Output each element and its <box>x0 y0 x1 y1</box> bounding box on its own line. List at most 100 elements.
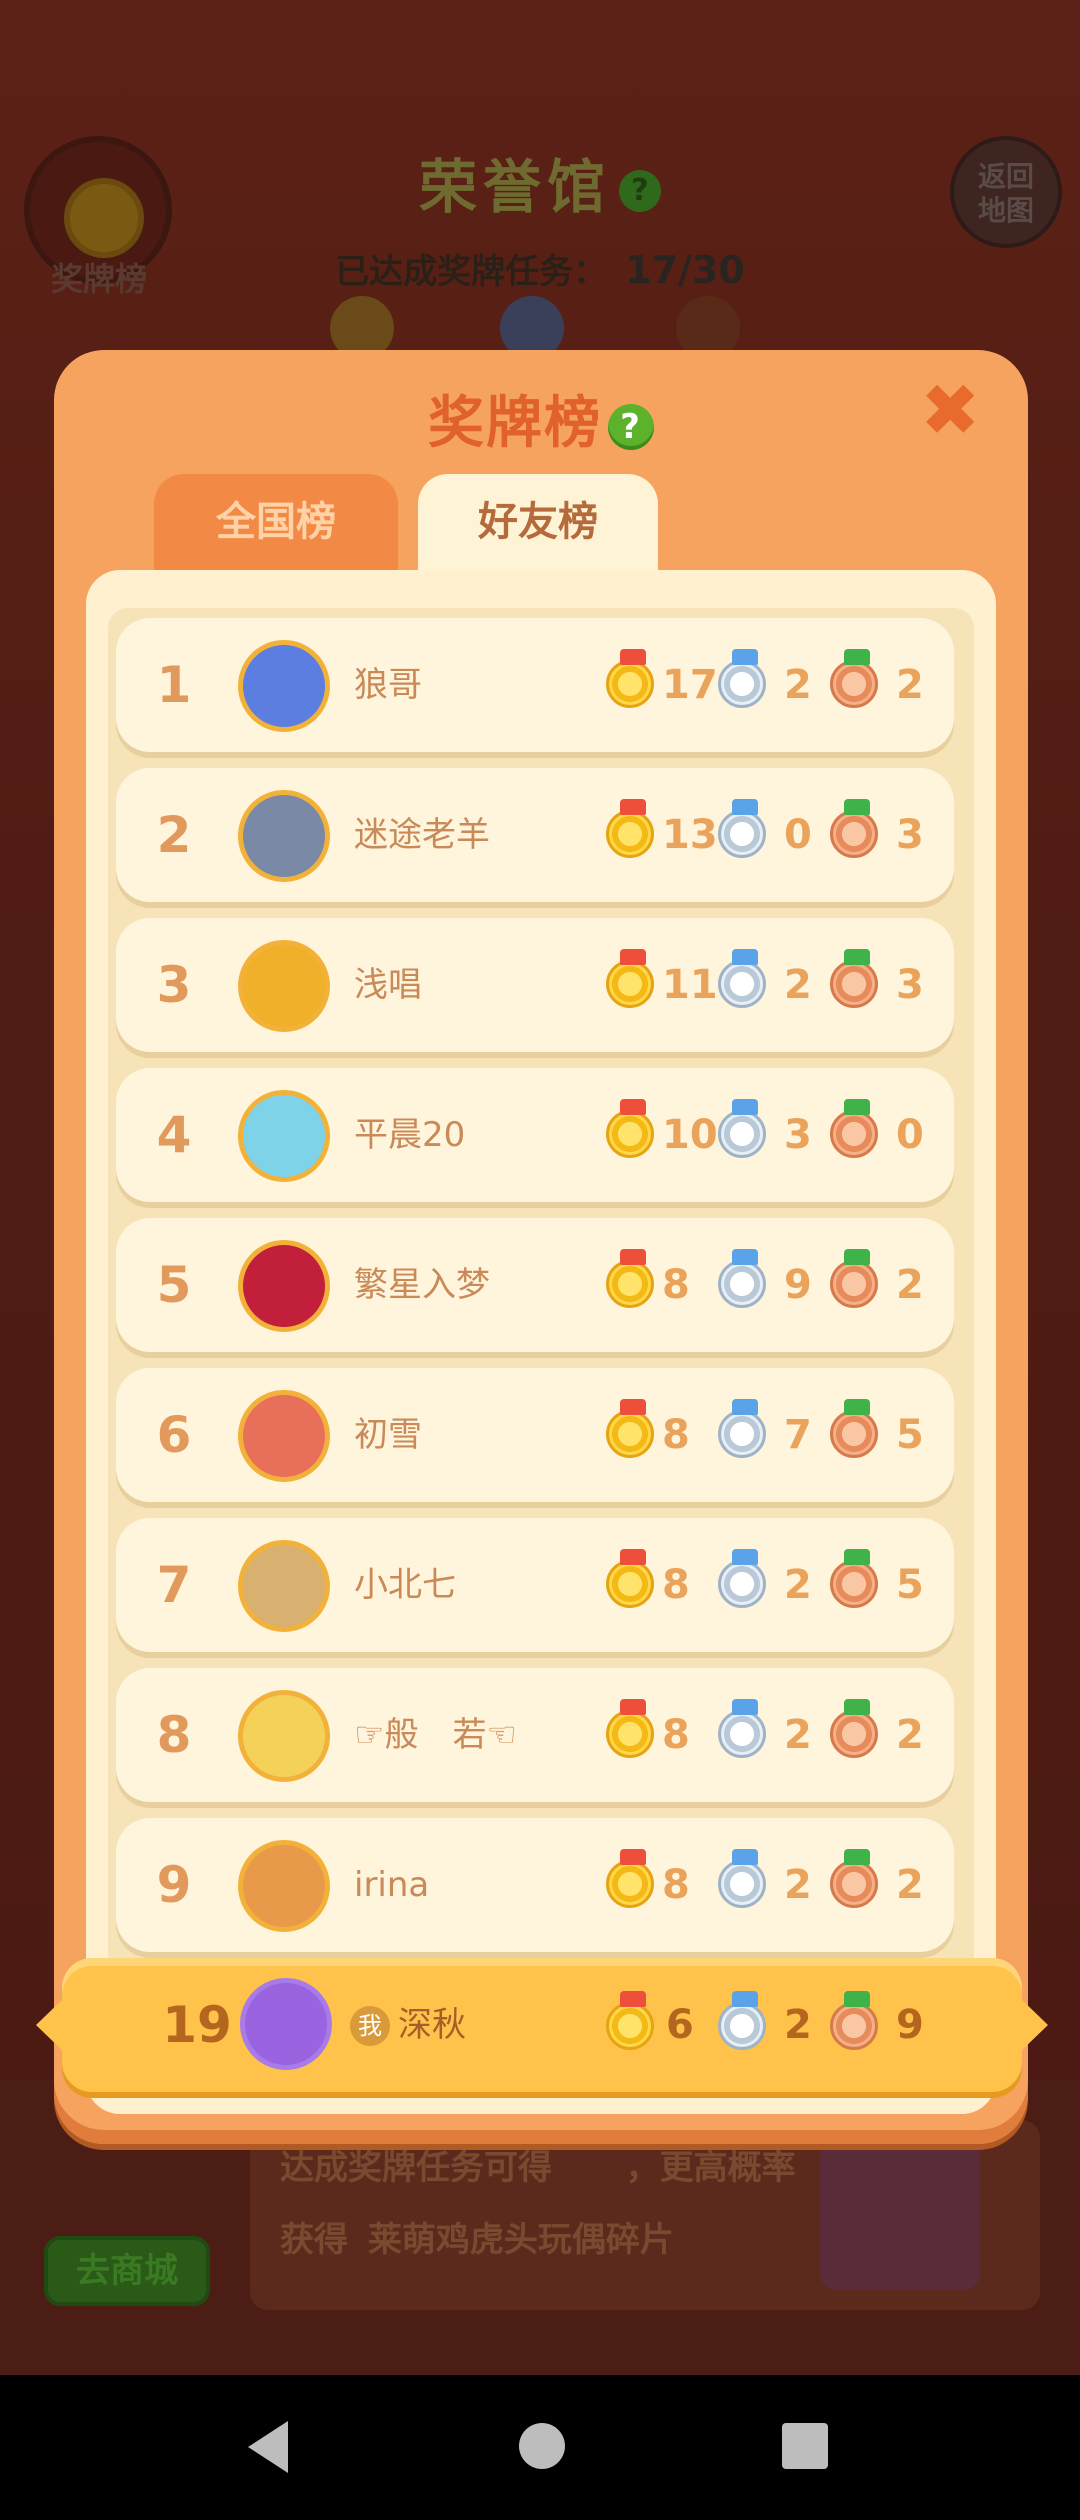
silver-medal-icon <box>718 1399 766 1458</box>
silver-count: 2 <box>784 1562 812 1608</box>
back-icon[interactable] <box>248 2421 288 2473</box>
modal-title: 奖牌榜? <box>54 378 1028 459</box>
bronze-medal-icon <box>830 1991 878 2050</box>
bronze-count: 2 <box>896 1862 924 1908</box>
reward-hint-line2: 获得 莱萌鸡虎头玩偶碎片 <box>280 2212 674 2261</box>
bronze-medal-icon <box>830 799 878 858</box>
silver-count: 9 <box>784 1262 812 1308</box>
home-icon[interactable] <box>519 2423 565 2469</box>
rank-number: 2 <box>156 806 192 864</box>
player-name: 繁星入梦 <box>354 1265 490 1305</box>
avatar[interactable] <box>238 940 330 1032</box>
hint-line1-text: 达成奖牌任务可得 <box>280 2148 552 2188</box>
gold-count: 10 <box>662 1112 718 1158</box>
leaderboard-row[interactable]: 6 初雪 8 7 5 <box>116 1368 954 1502</box>
avatar[interactable] <box>238 1840 330 1932</box>
leaderboard-row[interactable]: 5 繁星入梦 8 9 2 <box>116 1218 954 1352</box>
return-map-button[interactable]: 返回 地图 <box>950 136 1062 248</box>
gold-medal-icon <box>606 1549 654 1608</box>
my-gold-count: 6 <box>666 2002 694 2048</box>
tab-friends[interactable]: 好友榜 <box>418 474 658 574</box>
player-name: irina <box>354 1865 430 1905</box>
leaderboard-panel: 1 狼哥 17 2 2 2 迷途老羊 13 0 3 3 浅唱 11 2 3 4 … <box>86 570 996 2114</box>
avatar[interactable] <box>238 1090 330 1182</box>
leaderboard-row[interactable]: 2 迷途老羊 13 0 3 <box>116 768 954 902</box>
silver-medal-icon <box>718 1549 766 1608</box>
silver-medal-icon <box>718 1849 766 1908</box>
avatar[interactable] <box>238 1690 330 1782</box>
task-progress: 已达成奖牌任务： 17/30 <box>0 244 1080 293</box>
tab-national[interactable]: 全国榜 <box>154 474 398 574</box>
task-progress-label: 已达成奖牌任务： <box>335 252 608 292</box>
player-name: 初雪 <box>354 1415 422 1455</box>
player-name: 浅唱 <box>354 965 422 1005</box>
leaderboard-row[interactable]: 7 小北七 8 2 5 <box>116 1518 954 1652</box>
modal-title-text: 奖牌榜 <box>428 391 602 456</box>
gold-count: 8 <box>662 1262 690 1308</box>
bronze-medal-icon <box>830 1099 878 1158</box>
bronze-count: 2 <box>896 662 924 708</box>
leaderboard-row[interactable]: 3 浅唱 11 2 3 <box>116 918 954 1052</box>
gold-count: 8 <box>662 1862 690 1908</box>
my-avatar[interactable] <box>240 1978 332 2070</box>
gold-medal-icon <box>606 1099 654 1158</box>
bronze-medal-icon <box>830 1849 878 1908</box>
silver-medal-icon <box>718 1099 766 1158</box>
bronze-medal-icon <box>830 1249 878 1308</box>
honor-hall-title-text: 荣誉馆 <box>418 153 611 221</box>
leaderboard-row[interactable]: 4 平晨20 10 3 0 <box>116 1068 954 1202</box>
recent-apps-icon[interactable] <box>782 2423 828 2469</box>
system-nav-bar <box>0 2375 1080 2520</box>
bronze-medal-icon <box>830 649 878 708</box>
go-to-shop-button[interactable]: 去商城 <box>44 2236 210 2306</box>
gold-count: 17 <box>662 662 718 708</box>
gift-box-icon[interactable] <box>820 2140 980 2290</box>
avatar[interactable] <box>238 1540 330 1632</box>
silver-medal-icon <box>718 799 766 858</box>
bronze-medal-icon <box>830 1399 878 1458</box>
gold-medal-icon <box>606 1249 654 1308</box>
gold-medal-icon <box>606 1399 654 1458</box>
hint-line2-item: 莱萌鸡虎头玩偶碎片 <box>367 2220 674 2260</box>
rank-number: 4 <box>156 1106 192 1164</box>
avatar[interactable] <box>238 640 330 732</box>
leaderboard-row[interactable]: 1 狼哥 17 2 2 <box>116 618 954 752</box>
silver-count: 2 <box>784 662 812 708</box>
silver-count: 2 <box>784 962 812 1008</box>
silver-count: 3 <box>784 1112 812 1158</box>
my-name: 深秋 <box>398 2005 466 2045</box>
bronze-count: 2 <box>896 1712 924 1758</box>
gold-count: 8 <box>662 1712 690 1758</box>
me-badge: 我 <box>350 2006 390 2046</box>
my-rank-number: 19 <box>162 1996 232 2054</box>
gold-medal-icon <box>606 649 654 708</box>
avatar[interactable] <box>238 790 330 882</box>
gold-count: 11 <box>662 962 718 1008</box>
close-icon[interactable]: ✖ <box>920 374 980 446</box>
medal-board-modal: 奖牌榜? ✖ 全国榜 好友榜 1 狼哥 17 2 2 2 迷途老羊 13 0 3… <box>54 350 1028 2144</box>
leaderboard-list[interactable]: 1 狼哥 17 2 2 2 迷途老羊 13 0 3 3 浅唱 11 2 3 4 … <box>108 608 974 2078</box>
player-name: 平晨20 <box>354 1115 466 1155</box>
bronze-count: 3 <box>896 812 924 858</box>
avatar[interactable] <box>238 1390 330 1482</box>
help-icon[interactable]: ? <box>619 169 661 212</box>
hint-line1-suffix: ，更高概率 <box>625 2148 796 2188</box>
help-icon[interactable]: ? <box>608 403 654 450</box>
leaderboard-row[interactable]: 8 ☞般 若☜ 8 2 2 <box>116 1668 954 1802</box>
bronze-medal-icon <box>830 949 878 1008</box>
my-rank-row[interactable]: 19 我 深秋 6 2 9 <box>36 1958 1048 2092</box>
rank-number: 9 <box>156 1856 192 1914</box>
honor-hall-title: 荣誉馆? <box>0 140 1080 224</box>
reward-hint-line1: 达成奖牌任务可得 ，更高概率 <box>280 2140 796 2189</box>
rank-number: 7 <box>156 1556 192 1614</box>
silver-medal-icon <box>718 949 766 1008</box>
rank-number: 1 <box>156 656 192 714</box>
leaderboard-row[interactable]: 9 irina 8 2 2 <box>116 1818 954 1952</box>
rank-number: 5 <box>156 1256 192 1314</box>
silver-medal-icon <box>718 1991 766 2050</box>
bronze-count: 3 <box>896 962 924 1008</box>
bronze-medal-icon <box>830 1549 878 1608</box>
player-name: ☞般 若☜ <box>354 1715 517 1755</box>
gold-count: 8 <box>662 1562 690 1608</box>
avatar[interactable] <box>238 1240 330 1332</box>
